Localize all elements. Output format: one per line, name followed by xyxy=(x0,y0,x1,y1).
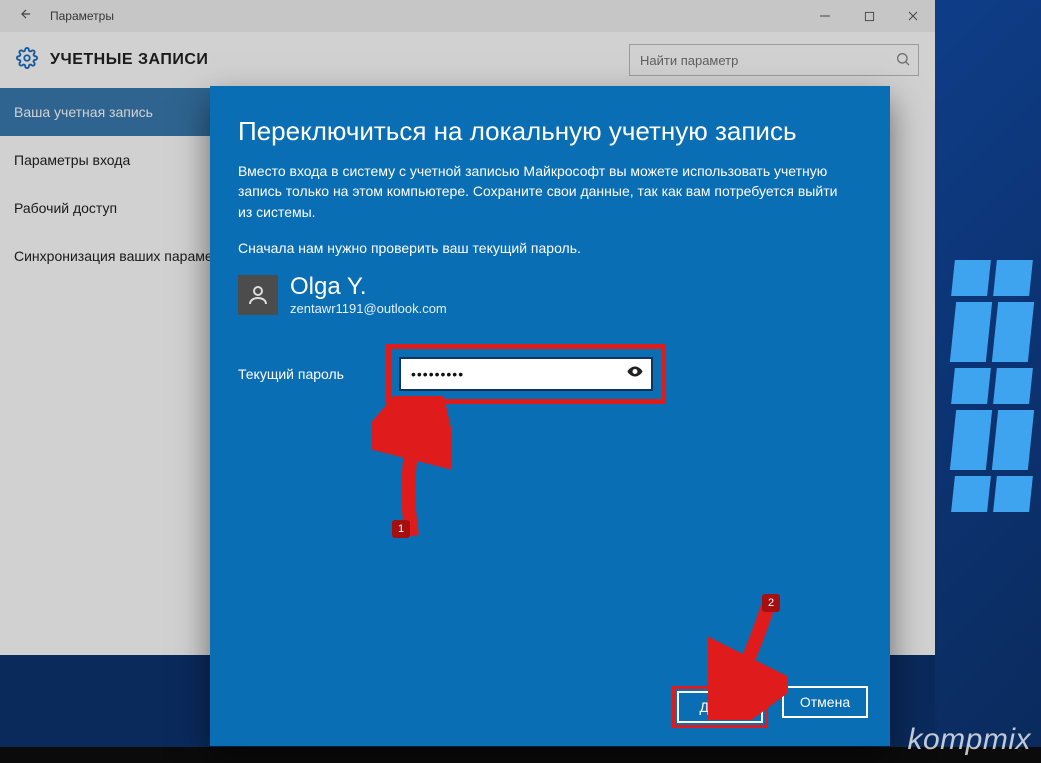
password-row: Текущий пароль xyxy=(238,344,862,404)
dialog-description: Вместо входа в систему с учетной записью… xyxy=(238,161,848,222)
password-label: Текущий пароль xyxy=(238,366,378,382)
dialog-title: Переключиться на локальную учетную запис… xyxy=(238,116,862,147)
cancel-button[interactable]: Отмена xyxy=(782,686,868,718)
annotation-number-1: 1 xyxy=(392,520,410,538)
watermark: kompmix xyxy=(907,723,1031,757)
user-name: Olga Y. xyxy=(290,274,447,300)
reveal-password-icon[interactable] xyxy=(625,361,645,386)
current-password-input[interactable] xyxy=(399,357,653,391)
switch-local-account-dialog: Переключиться на локальную учетную запис… xyxy=(210,86,890,746)
taskbar xyxy=(0,747,1041,763)
annotation-number-2: 2 xyxy=(762,594,780,612)
person-icon xyxy=(246,283,270,307)
avatar xyxy=(238,275,278,315)
windows-logo-icon xyxy=(953,260,1041,518)
desktop-background xyxy=(935,0,1041,763)
password-highlight xyxy=(386,344,666,404)
annotation-arrow-2 xyxy=(708,600,788,720)
user-email: zentawr1191@outlook.com xyxy=(290,301,447,316)
dialog-note: Сначала нам нужно проверить ваш текущий … xyxy=(238,238,848,258)
annotation-arrow-1 xyxy=(372,396,452,546)
user-row: Olga Y. zentawr1191@outlook.com xyxy=(238,274,862,315)
